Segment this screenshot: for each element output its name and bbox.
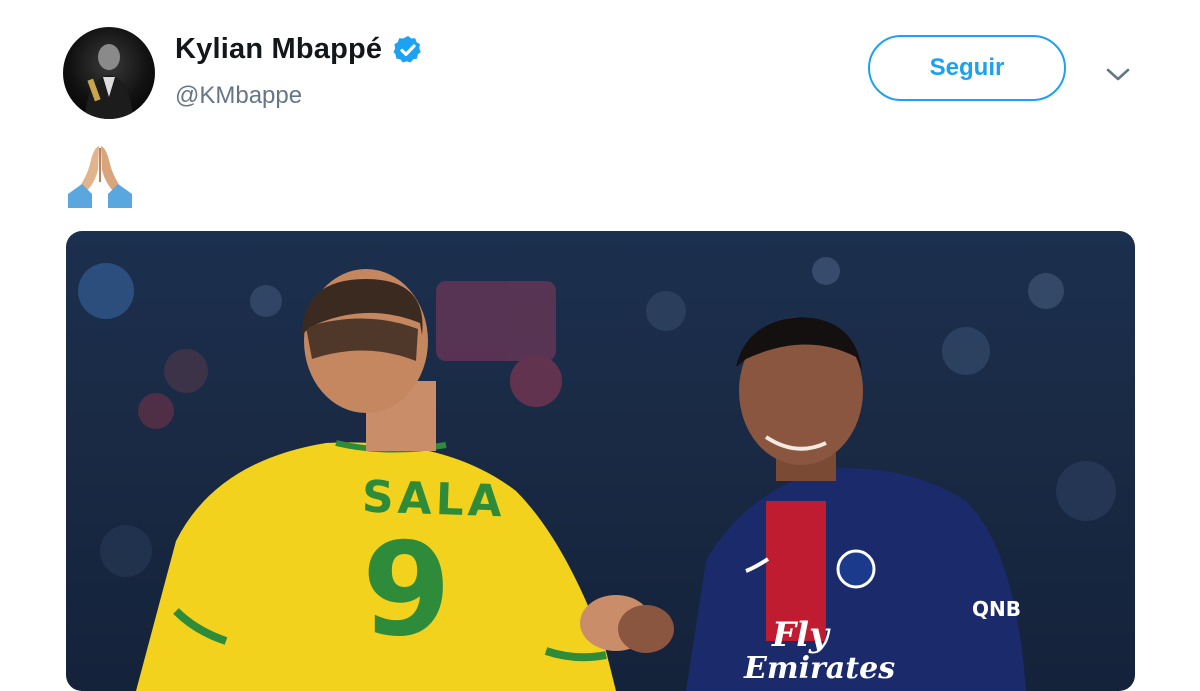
tweet-media-image[interactable]: SALA 9 Fly Emirates QNB	[66, 231, 1135, 691]
follow-button[interactable]: Seguir	[868, 35, 1066, 101]
author-name-row[interactable]: Kylian Mbappé	[175, 33, 424, 66]
verified-badge-icon	[393, 35, 422, 63]
author-display-name[interactable]: Kylian Mbappé	[175, 33, 382, 66]
photo-scene	[78, 257, 1116, 691]
sponsor-line-2: Emirates	[744, 651, 896, 686]
chevron-down-icon[interactable]	[1104, 60, 1132, 88]
avatar[interactable]	[63, 27, 155, 119]
folded-hands-emoji	[68, 146, 132, 208]
avatar-photo	[85, 44, 133, 119]
sleeve-sponsor: QNB	[972, 597, 1021, 621]
jersey-number: 9	[362, 516, 452, 665]
sponsor-line-1: Fly	[772, 615, 829, 655]
author-handle[interactable]: @KMbappe	[175, 82, 302, 110]
